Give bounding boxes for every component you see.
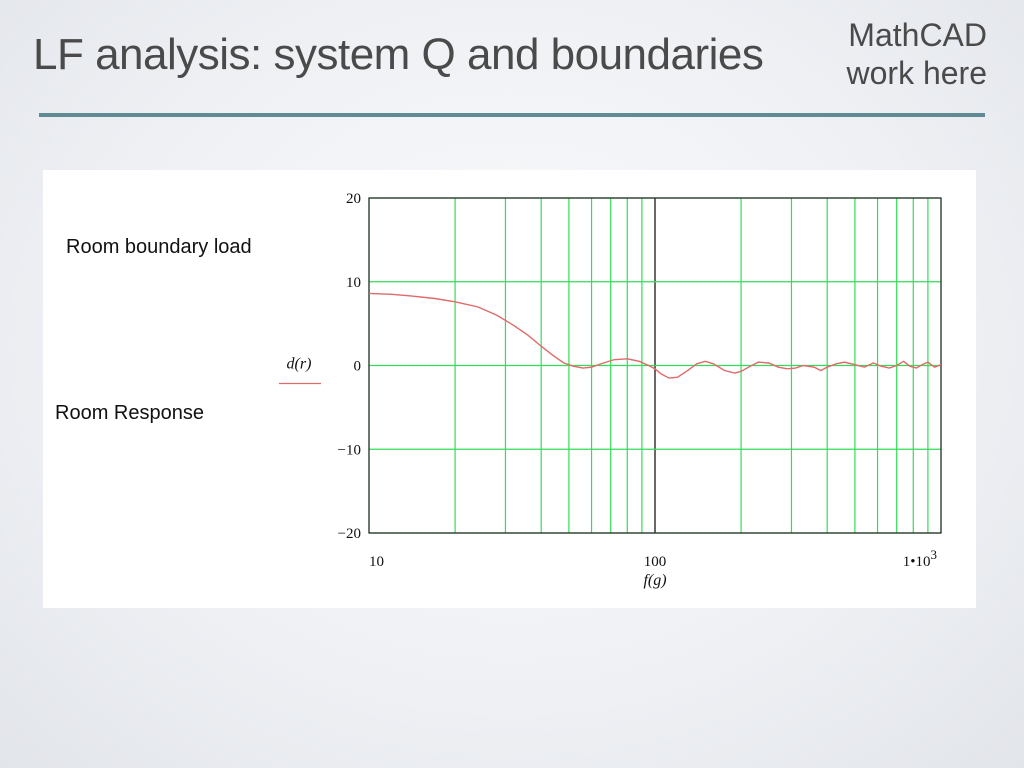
side-note: MathCAD work here — [847, 16, 988, 92]
y-axis-label: d(r) — [287, 356, 312, 373]
side-note-line1: MathCAD — [848, 17, 987, 53]
chart-panel: Room boundary load Room Response 20 10 0 −1… — [43, 170, 976, 608]
y-tick-label: 10 — [346, 275, 361, 291]
y-tick-label: 20 — [346, 191, 361, 207]
y-tick-label: −20 — [338, 526, 361, 542]
y-tick-label: 0 — [354, 359, 362, 375]
slide-title: LF analysis: system Q and boundaries — [33, 30, 764, 79]
x-tick-label: 10 — [369, 554, 384, 570]
room-response-plot: 20100−10−2010 100 1•103f(g)d(r) — [279, 191, 942, 589]
x-tick-label: 100 — [644, 554, 667, 570]
x-axis-label: f(g) — [643, 572, 666, 589]
y-tick-label: −10 — [338, 442, 361, 458]
title-divider — [39, 113, 985, 117]
side-note-line2: work here — [846, 55, 988, 91]
x-tick-label: 1•103 — [903, 547, 937, 570]
